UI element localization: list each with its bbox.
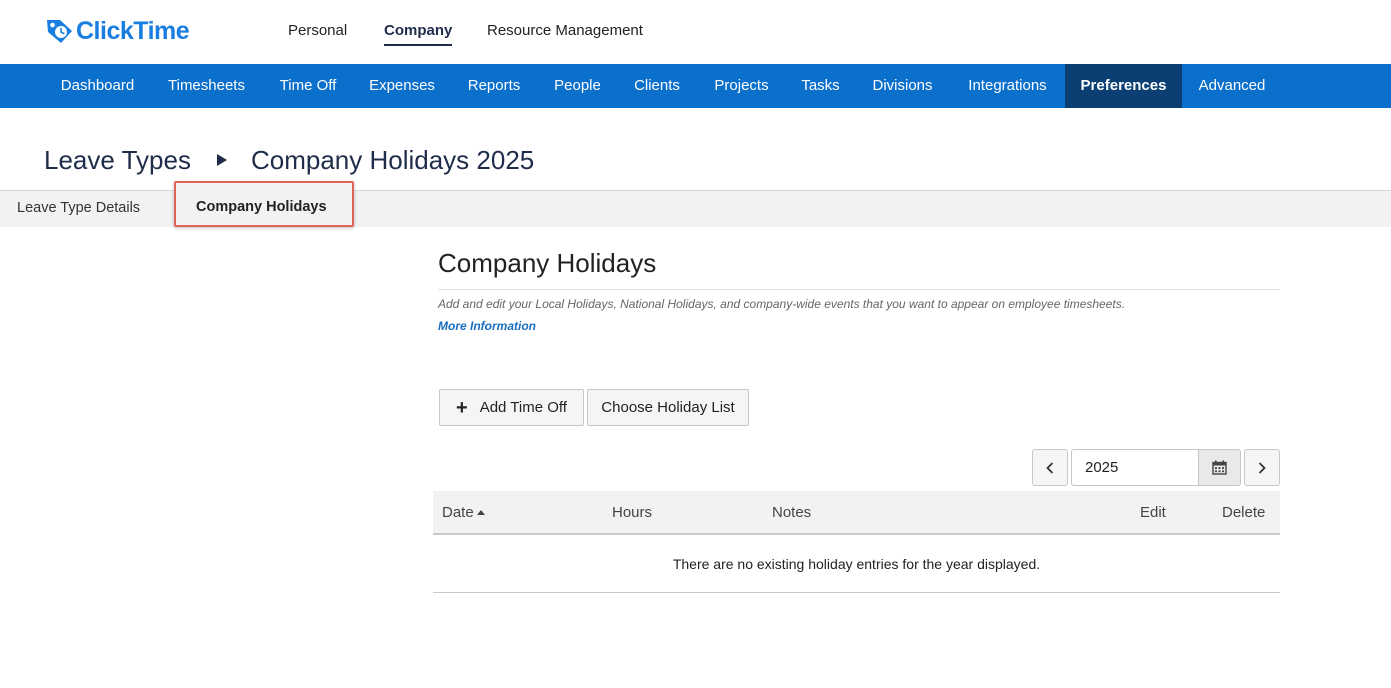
- brand-name: ClickTime: [76, 16, 190, 45]
- breadcrumb: Leave Types Company Holidays 2025: [44, 143, 534, 177]
- subtab-leave-type-details[interactable]: Leave Type Details: [17, 191, 140, 227]
- nav-item-timesheets[interactable]: Timesheets: [151, 64, 262, 108]
- nav-item-preferences[interactable]: Preferences: [1065, 64, 1182, 108]
- sort-ascending-icon: [476, 509, 485, 515]
- column-header-date-label: Date: [442, 504, 474, 521]
- column-header-notes[interactable]: Notes: [772, 491, 811, 535]
- holiday-table-header: Date Hours Notes Edit Delete: [433, 491, 1280, 535]
- top-header: ClickTime Personal Company Resource Mana…: [0, 0, 1391, 64]
- chevron-left-icon: [1046, 461, 1054, 474]
- next-year-button[interactable]: [1244, 449, 1280, 486]
- nav-item-integrations[interactable]: Integrations: [950, 64, 1065, 108]
- top-tab-resource-management[interactable]: Resource Management: [487, 20, 643, 46]
- nav-item-reports[interactable]: Reports: [450, 64, 538, 108]
- previous-year-button[interactable]: [1032, 449, 1068, 486]
- top-tab-company[interactable]: Company: [384, 20, 453, 46]
- nav-item-divisions[interactable]: Divisions: [855, 64, 950, 108]
- section-title: Company Holidays: [438, 248, 657, 278]
- nav-item-clients[interactable]: Clients: [617, 64, 697, 108]
- column-header-delete: Delete: [1222, 504, 1266, 521]
- more-information-link[interactable]: More Information: [438, 319, 536, 333]
- breadcrumb-current: Company Holidays 2025: [250, 144, 535, 175]
- main-nav: Dashboard Timesheets Time Off Expenses R…: [0, 64, 1391, 108]
- year-input[interactable]: [1071, 449, 1199, 486]
- nav-item-advanced[interactable]: Advanced: [1182, 64, 1282, 108]
- section-divider: [438, 289, 1280, 290]
- nav-item-projects[interactable]: Projects: [697, 64, 786, 108]
- subtab-company-holidays[interactable]: Company Holidays: [196, 190, 327, 226]
- nav-item-people[interactable]: People: [538, 64, 617, 108]
- breadcrumb-parent[interactable]: Leave Types: [44, 145, 191, 176]
- add-time-off-label: Add Time Off: [479, 399, 567, 416]
- nav-item-expenses[interactable]: Expenses: [354, 64, 450, 108]
- choose-holiday-list-label: Choose Holiday List: [601, 399, 735, 416]
- tag-clock-icon: [47, 20, 72, 43]
- calendar-button[interactable]: [1198, 449, 1241, 486]
- empty-table-message: There are no existing holiday entries fo…: [433, 536, 1280, 593]
- add-time-off-button[interactable]: + Add Time Off: [439, 389, 584, 426]
- chevron-right-icon: [1258, 461, 1266, 474]
- top-tab-personal[interactable]: Personal: [288, 20, 347, 46]
- nav-item-time-off[interactable]: Time Off: [262, 64, 354, 108]
- column-header-date[interactable]: Date: [442, 491, 485, 535]
- nav-item-dashboard[interactable]: Dashboard: [44, 64, 151, 108]
- nav-item-tasks[interactable]: Tasks: [786, 64, 855, 108]
- calendar-icon: [1212, 460, 1227, 475]
- choose-holiday-list-button[interactable]: Choose Holiday List: [587, 389, 749, 426]
- breadcrumb-arrow-icon: [216, 154, 227, 166]
- section-description: Add and edit your Local Holidays, Nation…: [438, 297, 1126, 311]
- column-header-hours[interactable]: Hours: [612, 491, 652, 535]
- plus-icon: +: [456, 396, 468, 419]
- column-header-edit: Edit: [1140, 504, 1166, 521]
- clicktime-logo[interactable]: ClickTime: [44, 14, 190, 48]
